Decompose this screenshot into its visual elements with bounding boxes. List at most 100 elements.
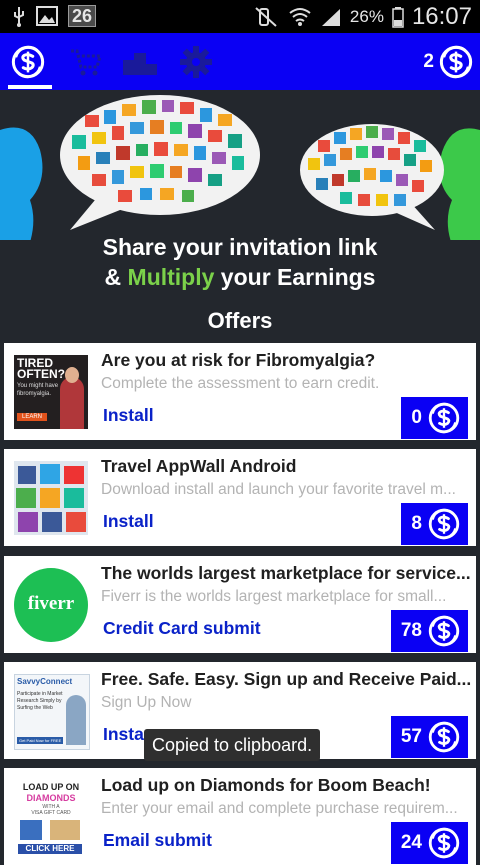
offer-reward-value: 0: [411, 407, 422, 428]
balance-coin[interactable]: [438, 44, 474, 80]
offer-reward-button[interactable]: 24: [390, 822, 468, 864]
clock: 16:07: [411, 3, 472, 30]
offer-card[interactable]: TIRED OFTEN? You might have fibromyalgia…: [4, 343, 476, 440]
thumb-learn-button: LEARN: [17, 413, 48, 421]
thumb-app-tile: [42, 512, 62, 532]
right-speech-bubble: [300, 124, 444, 230]
coin-icon: [428, 615, 460, 647]
battery-icon: [392, 7, 404, 28]
toast-message: Copied to clipboard.: [144, 729, 321, 761]
thumb-person-image: [66, 695, 86, 745]
offer-reward-value: 78: [400, 620, 422, 641]
settings-tab[interactable]: [178, 44, 214, 80]
battery-percent: 26%: [349, 7, 384, 26]
signal-icon: [321, 9, 340, 26]
thumb-person-head: [65, 367, 79, 383]
coin-icon: [428, 721, 460, 753]
offer-title: Are you at risk for Fibromyalgia?: [101, 350, 376, 370]
offers-heading: Offers: [207, 308, 273, 333]
thumb-text-line1: LOAD UP ON: [22, 782, 80, 792]
thumb-text-line2: OFTEN?: [17, 367, 65, 381]
offer-title: The worlds largest marketplace for servi…: [101, 563, 471, 583]
offer-thumbnail-travel-apps: [14, 461, 88, 535]
offer-title: Free. Safe. Easy. Sign up and Receive Pa…: [101, 669, 472, 689]
offer-title: Load up on Diamonds for Boom Beach!: [101, 775, 431, 795]
status-bar-right: 26% 16:07: [254, 3, 472, 31]
thumb-text-line4: fibromyalgia.: [17, 391, 52, 397]
offer-reward-value: 57: [400, 726, 422, 747]
gear-icon: [180, 46, 212, 78]
invite-headline: Share your invitation link: [102, 234, 378, 260]
wifi-icon: [289, 8, 311, 26]
image-icon: [36, 6, 58, 26]
offer-action-link[interactable]: Insta: [103, 724, 144, 745]
usb-icon: [14, 7, 24, 27]
offer-reward-button[interactable]: 0: [401, 397, 468, 439]
offer-description: Enter your email and complete purchase r…: [101, 800, 458, 817]
invite-subheadline-highlight: Multiply: [127, 264, 215, 290]
top-toolbar: 2: [0, 33, 480, 90]
coin-icon: [428, 402, 460, 434]
coin-balance: 2: [423, 51, 434, 72]
leaderboard-tab[interactable]: [122, 44, 158, 80]
thumb-text-line2: DIAMONDS: [26, 793, 76, 803]
thumb-app-tile: [40, 488, 60, 508]
right-person-silhouette: [439, 128, 480, 240]
thumb-text-line4: VISA GIFT CARD: [31, 810, 71, 816]
invite-subheadline: & Multiply your Earnings: [0, 264, 480, 291]
offer-thumbnail-savvyconnect: SavvyConnect Participate in Market Resea…: [14, 674, 90, 750]
thumb-text-line2: Research Simply by: [17, 698, 62, 704]
invite-subheadline-suffix: your Earnings: [214, 264, 376, 290]
offer-description: Download install and launch your favorit…: [101, 481, 456, 498]
thumb-app-tile: [64, 488, 84, 508]
notification-count-badge: 26: [68, 5, 97, 27]
fiverr-logo-text: fiverr: [27, 593, 75, 614]
offer-reward-button[interactable]: 8: [401, 503, 468, 545]
cart-tab[interactable]: [68, 44, 104, 80]
left-person-silhouette: [0, 127, 43, 240]
thumb-text-line3: Surfing the Web: [17, 705, 53, 711]
banner-illustration: [0, 95, 480, 240]
cart-icon: [71, 49, 102, 76]
offer-action-link[interactable]: Install: [103, 511, 154, 532]
thumb-click-here-button: CLICK HERE: [18, 844, 82, 854]
offer-description: Fiverr is the worlds largest marketplace…: [101, 588, 447, 605]
offer-reward-value: 24: [400, 832, 422, 853]
podium-icon: [123, 53, 157, 75]
coin-icon: [11, 45, 45, 79]
coins-tab[interactable]: [10, 44, 46, 80]
coin-icon: [428, 508, 460, 540]
thumb-cta-button: Get Paid Now for FREE: [17, 737, 64, 744]
offer-description: Complete the assessment to earn credit.: [101, 375, 380, 392]
thumb-person-image: [60, 377, 84, 429]
offer-reward-button[interactable]: 57: [390, 716, 468, 758]
thumb-app-tile: [16, 488, 36, 508]
thumb-text-line3: You might have: [17, 383, 59, 389]
active-tab-indicator: [8, 85, 52, 89]
offer-thumbnail-diamonds: LOAD UP ON DIAMONDS WITH A VISA GIFT CAR…: [14, 780, 88, 854]
offer-description: Sign Up Now: [101, 694, 192, 711]
invite-subheadline-prefix: &: [104, 264, 128, 290]
status-bar: 26 26% 16:07: [0, 0, 480, 33]
status-bar-left: 26: [12, 5, 97, 27]
offer-action-link[interactable]: Credit Card submit: [103, 618, 261, 639]
thumb-app-tile: [18, 512, 38, 532]
offer-action-link[interactable]: Install: [103, 405, 154, 426]
offer-card[interactable]: fiverr The worlds largest marketplace fo…: [4, 556, 476, 653]
coin-icon: [439, 45, 473, 79]
offer-reward-button[interactable]: 78: [390, 610, 468, 652]
thumb-text-line1: Participate in Market: [17, 691, 63, 697]
offer-action-link[interactable]: Email submit: [103, 830, 212, 851]
thumb-game-image: [50, 820, 80, 840]
invite-banner[interactable]: Share your invitation link & Multiply yo…: [0, 90, 480, 340]
offer-card[interactable]: LOAD UP ON DIAMONDS WITH A VISA GIFT CAR…: [4, 768, 476, 865]
offer-thumbnail-fibromyalgia: TIRED OFTEN? You might have fibromyalgia…: [14, 355, 88, 429]
thumb-gift-card-image: [20, 820, 42, 840]
offer-reward-value: 8: [411, 513, 422, 534]
offer-thumbnail-fiverr: fiverr: [14, 568, 88, 642]
offer-title: Travel AppWall Android: [101, 456, 297, 476]
offer-card[interactable]: Travel AppWall Android Download install …: [4, 449, 476, 546]
thumb-app-tile: [40, 464, 60, 484]
mute-icon: [255, 7, 277, 27]
thumb-app-tile: [66, 512, 86, 532]
